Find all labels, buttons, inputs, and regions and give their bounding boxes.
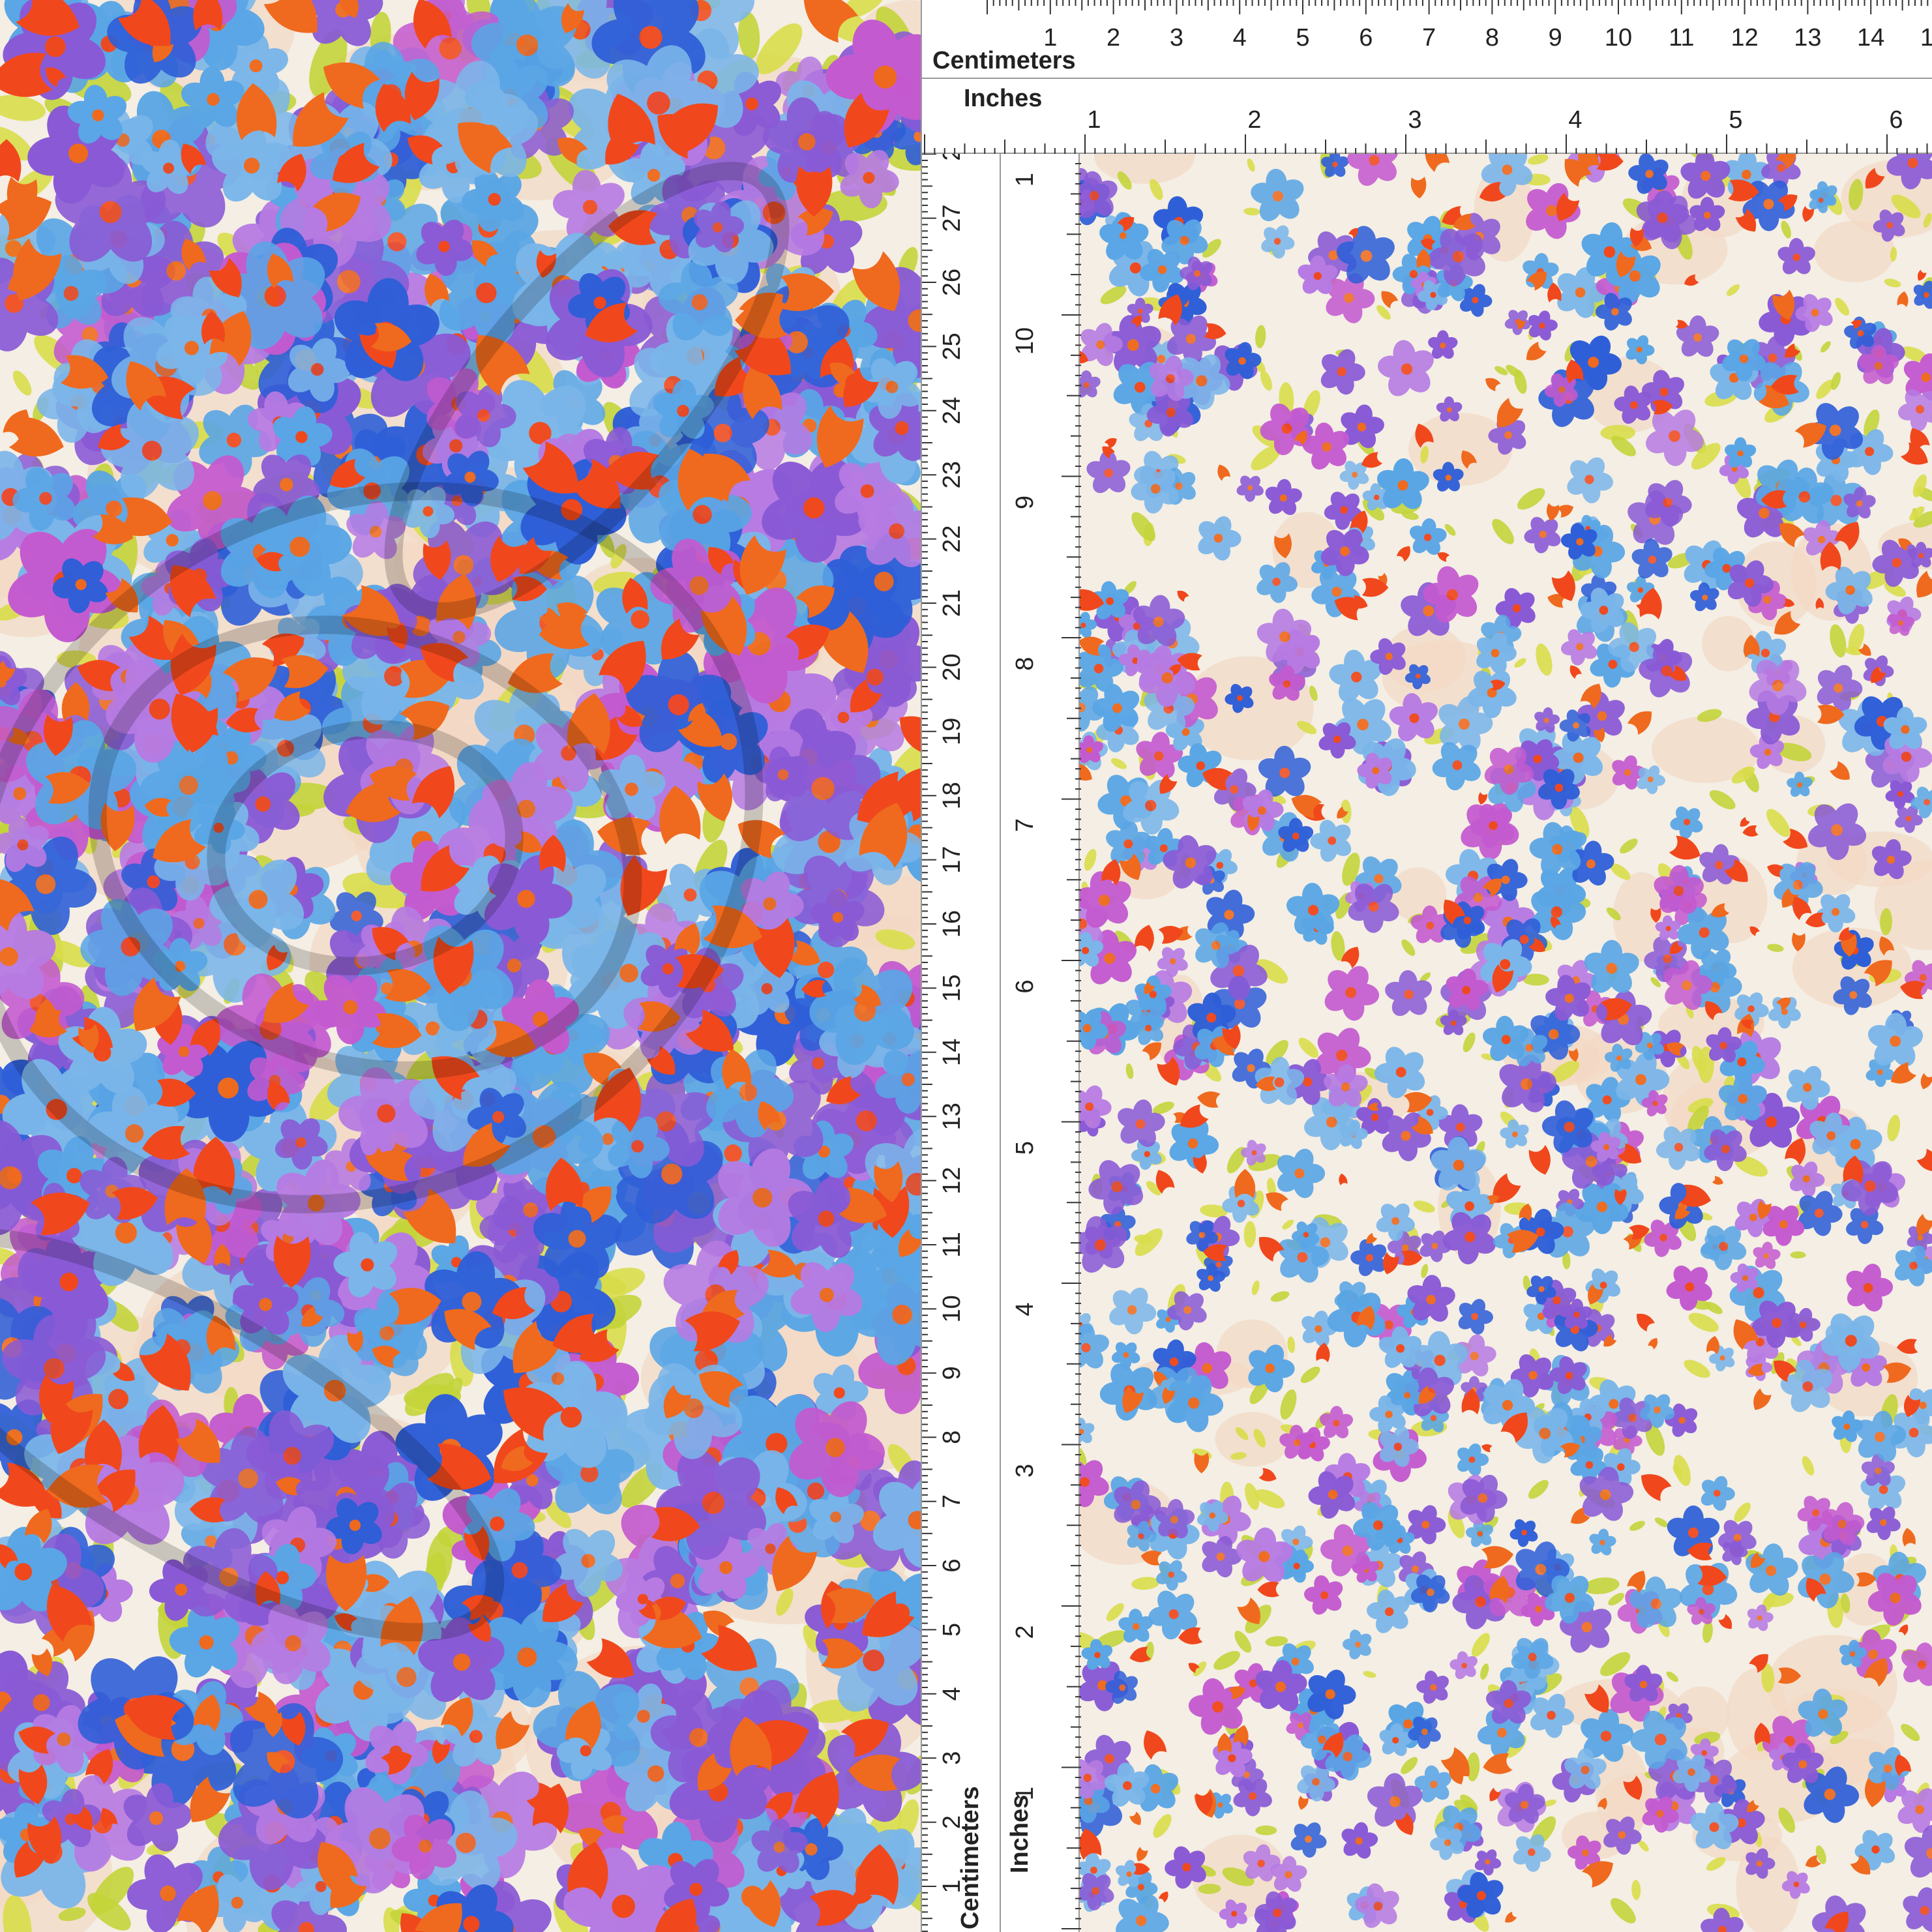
top-ruler-cm-label: 10	[1605, 24, 1632, 52]
top-ruler-inch-label: 4	[1568, 106, 1582, 134]
top-ruler-scale: 123456789101112131415123456	[922, 0, 1932, 154]
left-ruler-cm-label: 23	[938, 461, 966, 488]
left-ruler-inch-label: 2	[1011, 1625, 1039, 1639]
left-ruler-inch-label: 9	[1011, 496, 1039, 509]
top-ruler-cm-label: 6	[1359, 24, 1373, 52]
left-ruler-cm-label: 21	[938, 589, 966, 617]
left-ruler-cm-label: 4	[938, 1687, 966, 1701]
left-ruler-cm-label: 13	[938, 1103, 966, 1130]
top-ruler-cm-label: 4	[1233, 24, 1247, 52]
left-ruler-inch-label: 1	[1011, 173, 1039, 186]
left-ruler-cm-label: 24	[938, 397, 966, 424]
left-ruler-inches-title: Inches	[1006, 1794, 1033, 1873]
left-ruler-scale: 1234567891011121314151617181920212223242…	[922, 154, 1081, 1932]
left-ruler-cm-label: 12	[938, 1167, 966, 1194]
left-ruler-inch-label: 10	[1011, 327, 1039, 355]
left-ruler-cm-label: 10	[938, 1295, 966, 1322]
top-ruler-cm-label: 5	[1296, 24, 1309, 52]
left-ruler: 1 2 3 4 5 6 7 8 9 10 11 12 13 14 15 16 17 18 19 20 21 22 23 24 2…	[921, 154, 1081, 1932]
left-ruler-cm-label: 18	[938, 782, 966, 809]
left-ruler-cm-label: 15	[938, 974, 966, 1002]
top-ruler-cm-label: 2	[1107, 24, 1120, 52]
top-ruler-cm-label: 12	[1731, 24, 1758, 52]
top-ruler-inch-label: 5	[1729, 106, 1742, 134]
left-ruler-centimeters-title: Centimeters	[957, 1786, 984, 1929]
top-ruler-cm-label: 3	[1170, 24, 1183, 52]
top-ruler-cm-label: 8	[1485, 24, 1499, 52]
left-ruler-inch-label: 5	[1011, 1141, 1039, 1155]
left-ruler-cm-label: 19	[938, 718, 966, 745]
top-ruler: 123456789101112131415123456 Centimeters …	[921, 0, 1932, 154]
left-ruler-cm-label: 6	[938, 1558, 966, 1572]
left-ruler-cm-label: 26	[938, 269, 966, 296]
top-ruler-inch-label: 3	[1408, 106, 1421, 134]
left-ruler-cm-label: 16	[938, 910, 966, 938]
left-ruler-cm-label: 17	[938, 846, 966, 873]
top-ruler-cm-label: 13	[1794, 24, 1821, 52]
top-ruler-cm-label: 7	[1422, 24, 1436, 52]
flat-fabric-print	[1080, 154, 1932, 1932]
left-ruler-cm-label: 27	[938, 204, 966, 231]
top-ruler-centimeters-title: Centimeters	[932, 47, 1076, 74]
top-ruler-cm-label: 11	[1669, 24, 1694, 52]
left-ruler-inch-label: 8	[1011, 657, 1039, 670]
top-ruler-cm-label: 15	[1920, 24, 1932, 52]
left-ruler-cm-label: 8	[938, 1431, 966, 1444]
left-ruler-inch-label: 7	[1011, 818, 1039, 832]
left-ruler-cm-label: 22	[938, 525, 966, 552]
swatch-leaf	[1255, 1825, 1277, 1835]
top-ruler-cm-label: 9	[1549, 24, 1562, 52]
left-ruler-inch-label: 6	[1011, 979, 1039, 993]
left-ruler-cm-label: 2	[938, 154, 966, 161]
left-ruler-cm-label: 3	[938, 1751, 966, 1765]
top-ruler-inch-label: 2	[1247, 106, 1261, 134]
left-ruler-inch-label: 3	[1011, 1464, 1039, 1478]
top-ruler-inch-label: 6	[1889, 106, 1903, 134]
draped-fabric-photo	[0, 0, 921, 1932]
left-ruler-cm-label: 25	[938, 333, 966, 360]
left-ruler-cm-label: 11	[938, 1232, 966, 1257]
top-ruler-inch-label: 1	[1087, 106, 1101, 134]
left-ruler-cm-label: 20	[938, 653, 966, 681]
swatch-wash	[1215, 1412, 1290, 1467]
flat-fabric-swatch	[1080, 154, 1932, 1932]
draped-fabric-print	[0, 0, 921, 1932]
left-ruler-cm-label: 14	[938, 1039, 966, 1066]
top-ruler-inches-title: Inches	[964, 85, 1043, 112]
left-ruler-cm-label: 5	[938, 1623, 966, 1637]
left-ruler-cm-label: 9	[938, 1366, 966, 1380]
top-ruler-cm-label: 14	[1857, 24, 1884, 52]
left-ruler-cm-label: 7	[938, 1494, 966, 1508]
left-ruler-inch-label: 4	[1011, 1302, 1039, 1316]
